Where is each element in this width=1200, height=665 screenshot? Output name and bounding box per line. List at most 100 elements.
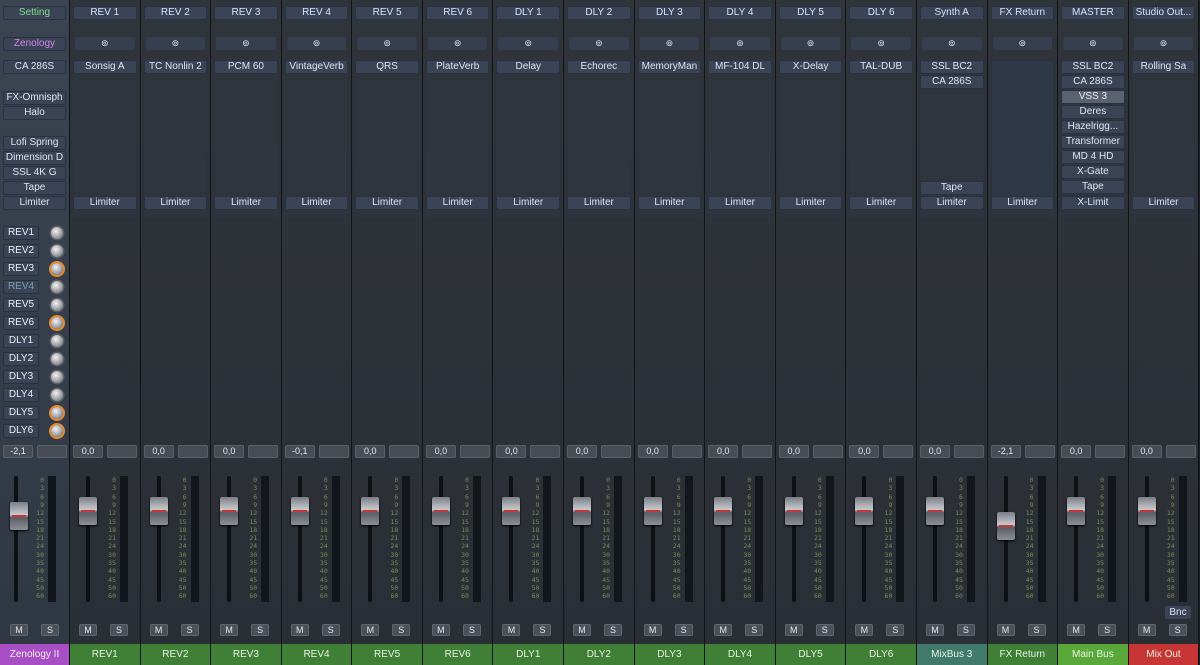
fader-cap[interactable] [431,497,450,526]
solo-button[interactable]: S [956,624,975,636]
fader-cap[interactable] [1067,497,1086,526]
pan-value[interactable]: 0,0 [708,445,739,458]
insert-slot[interactable]: Sonsig A [73,60,137,74]
link-icon[interactable]: ⊚ [639,37,700,50]
bounce-button[interactable]: Bnc [1165,606,1191,619]
insert-slot[interactable]: MemoryMan [637,60,702,74]
link-icon[interactable]: ⊚ [1133,37,1194,50]
solo-button[interactable]: S [886,624,905,636]
send-level-knob[interactable] [51,263,63,275]
send-level-knob[interactable] [51,425,63,437]
solo-button[interactable]: S [745,624,764,636]
pan-value[interactable]: 0,0 [1131,445,1162,458]
send-level-knob[interactable] [51,299,63,311]
insert-slot[interactable]: Tape [1061,180,1125,194]
limiter-slot[interactable]: Limiter [496,196,561,210]
pan-value[interactable]: 0,0 [143,445,174,458]
solo-button[interactable]: S [1098,624,1117,636]
fader-cap[interactable] [996,512,1015,541]
pan-value[interactable]: 0,0 [496,445,527,458]
solo-button[interactable]: S [533,624,552,636]
limiter-slot[interactable]: Limiter [73,196,137,210]
solo-button[interactable]: S [1027,624,1046,636]
fader-cap[interactable] [573,497,592,526]
insert-slot[interactable]: CA 286S [919,75,984,89]
send-slot[interactable]: DLY5 [3,406,39,420]
insert-slot[interactable]: MD 4 HD [1061,150,1125,164]
pan-knob[interactable] [389,445,420,458]
pan-knob[interactable] [601,445,632,458]
fader-cap[interactable] [10,502,28,531]
link-icon[interactable]: ⊚ [75,37,135,50]
pan-knob[interactable] [1095,445,1126,458]
solo-button[interactable]: S [251,624,270,636]
insert-slot[interactable]: Tape [3,181,66,195]
mute-button[interactable]: M [784,624,803,636]
insert-slot[interactable]: Transformer [1061,135,1125,149]
link-icon[interactable]: ⊚ [780,37,841,50]
limiter-slot[interactable]: Limiter [567,196,631,210]
pan-value[interactable]: -0,1 [284,445,315,458]
send-slot[interactable]: REV4 [3,280,39,294]
fader-cap[interactable] [361,497,380,526]
send-slot[interactable]: DLY6 [3,424,39,438]
solo-button[interactable]: S [41,624,59,636]
solo-button[interactable]: S [1168,624,1187,636]
insert-slot[interactable]: CA 286S [1061,75,1125,89]
send-level-knob[interactable] [51,227,63,239]
pan-knob[interactable] [177,445,208,458]
solo-button[interactable]: S [674,624,693,636]
send-slot[interactable]: DLY3 [3,370,39,384]
solo-button[interactable]: S [180,624,199,636]
link-icon[interactable]: ⊚ [498,37,559,50]
insert-slot[interactable]: VintageVerb [284,60,349,74]
limiter-slot[interactable]: Limiter [355,196,419,210]
fader-cap[interactable] [855,497,874,526]
output-slot[interactable]: MASTER [1061,6,1125,20]
solo-button[interactable]: S [392,624,411,636]
pan-knob[interactable] [530,445,561,458]
link-icon[interactable]: ⊚ [1063,37,1123,50]
mute-button[interactable]: M [643,624,662,636]
link-icon[interactable]: ⊚ [992,37,1053,50]
output-slot[interactable]: DLY 3 [637,6,702,20]
send-level-knob[interactable] [51,389,63,401]
pan-knob[interactable] [953,445,984,458]
limiter-slot[interactable]: Limiter [778,196,843,210]
pan-knob[interactable] [1024,445,1055,458]
insert-slot[interactable]: Tape [919,181,984,195]
pan-value[interactable]: 0,0 [73,445,103,458]
insert-slot[interactable]: SSL BC2 [919,60,984,74]
solo-button[interactable]: S [110,624,128,636]
pan-knob[interactable] [459,445,490,458]
pan-knob[interactable] [742,445,773,458]
send-level-knob[interactable] [51,281,63,293]
pan-knob[interactable] [248,445,279,458]
link-icon[interactable]: ⊚ [357,37,417,50]
mute-button[interactable]: M [220,624,239,636]
pan-value[interactable]: -2,1 [3,445,33,458]
send-level-knob[interactable] [51,335,63,347]
insert-slot[interactable]: X-Delay [778,60,843,74]
insert-slot[interactable]: Delay [496,60,561,74]
link-icon[interactable]: ⊚ [921,37,982,50]
link-icon[interactable]: ⊚ [216,37,276,50]
output-slot[interactable]: REV 6 [425,6,490,20]
solo-button[interactable]: S [321,624,340,636]
fader-cap[interactable] [1137,497,1156,526]
setting-button[interactable]: Setting [3,6,66,20]
mute-button[interactable]: M [10,624,28,636]
link-icon[interactable]: ⊚ [286,37,347,50]
output-slot[interactable]: DLY 6 [849,6,913,20]
link-icon[interactable]: ⊚ [569,37,629,50]
insert-slot[interactable]: TAL-DUB [849,60,913,74]
insert-slot[interactable]: PlateVerb [425,60,490,74]
send-slot[interactable]: DLY2 [3,352,39,366]
mute-button[interactable]: M [855,624,874,636]
limiter-slot[interactable]: Limiter [1131,196,1196,210]
mute-button[interactable]: M [1067,624,1086,636]
send-level-knob[interactable] [51,317,63,329]
insert-slot[interactable]: FX-Omnisph [3,91,66,105]
mute-button[interactable]: M [79,624,97,636]
pan-value[interactable]: 0,0 [425,445,456,458]
